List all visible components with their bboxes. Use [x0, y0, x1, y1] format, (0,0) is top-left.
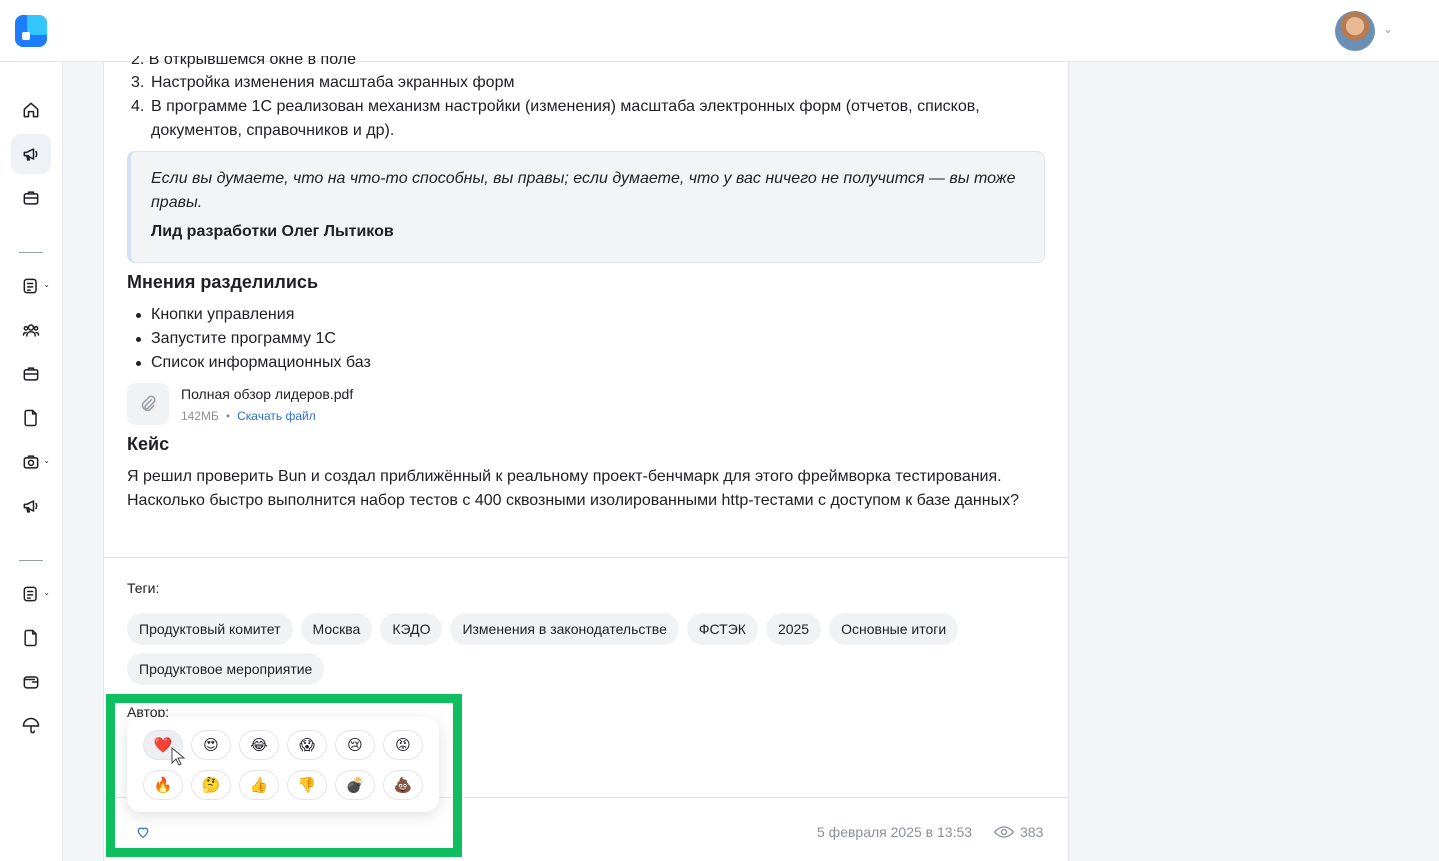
blockquote: Если вы думаете, что на что-то способны,… — [127, 151, 1045, 263]
file-meta: 142МБ • Скачать файл — [181, 409, 316, 423]
paragraph: Я решил проверить Bun и создал приближён… — [127, 468, 1019, 509]
list-item-text: Настройка изменения масштаба экранных фо… — [151, 74, 515, 91]
list-item: Список информационных баз — [127, 351, 371, 375]
reaction-laugh[interactable]: 😂 — [239, 730, 279, 760]
list-item: Кнопки управления — [127, 303, 371, 327]
tag-chip[interactable]: Основные итоги — [829, 613, 959, 645]
file-size: 142МБ — [181, 409, 219, 423]
list-item: 4. В программе 1С реализован механизм нас… — [127, 95, 1045, 143]
reaction-angry[interactable]: 😡 — [383, 730, 423, 760]
reaction-poop[interactable]: 💩 — [383, 770, 423, 800]
tags-list: Продуктовый комитет Москва КЭДО Изменени… — [127, 613, 1045, 685]
list-item: Запустите программу 1С — [127, 327, 371, 351]
file-icon[interactable] — [11, 398, 51, 438]
heart-outline-icon[interactable] — [135, 824, 151, 840]
list-item: 3. Настройка изменения масштаба экранных … — [127, 71, 1045, 95]
document-list-icon[interactable]: ⌄ — [11, 266, 51, 306]
publish-date: 5 февраля 2025 в 13:53 — [817, 824, 973, 840]
app-logo[interactable] — [15, 15, 47, 47]
list-number: 4. — [131, 98, 145, 115]
reaction-sad[interactable]: 😢 — [335, 730, 375, 760]
tag-chip[interactable]: КЭДО — [380, 613, 443, 645]
reaction-fire[interactable]: 🔥 — [143, 770, 183, 800]
mouse-cursor-icon — [171, 747, 186, 766]
reaction-bomb[interactable]: 💣 — [335, 770, 375, 800]
quote-text: Если вы думаете, что на что-то способны,… — [151, 170, 1016, 211]
reaction-thumbs-up[interactable]: 👍 — [239, 770, 279, 800]
tag-chip[interactable]: Продуктовое мероприятие — [127, 653, 325, 685]
section-heading: Мнения разделились — [127, 272, 319, 292]
paperclip-icon[interactable] — [127, 383, 169, 425]
tag-chip[interactable]: 2025 — [765, 613, 822, 645]
briefcase-icon[interactable] — [11, 354, 51, 394]
section-heading: Кейс — [127, 434, 170, 454]
sidebar: ⌄ ⌄ ⌄ — [0, 62, 63, 861]
sidebar-divider — [19, 560, 43, 561]
chevron-down-icon[interactable]: ⌄ — [1383, 22, 1393, 36]
reaction-thinking[interactable]: 🤔 — [191, 770, 231, 800]
reaction-heart-eyes[interactable]: 😍 — [191, 730, 231, 760]
tag-chip[interactable]: Москва — [300, 613, 373, 645]
bullet-list: Кнопки управления Запустите программу 1С… — [127, 303, 371, 375]
users-icon[interactable] — [11, 310, 51, 350]
tag-chip[interactable]: Изменения в законодательстве — [450, 613, 679, 645]
tag-chip[interactable]: ФСТЭК — [686, 613, 758, 645]
views-counter: 383 — [994, 824, 1043, 840]
divider — [103, 557, 1069, 558]
list-number: 3. — [131, 74, 145, 91]
quote-author: Лид разработки Олег Лытиков — [151, 223, 394, 240]
sidebar-divider — [19, 252, 43, 253]
megaphone-icon[interactable] — [11, 486, 51, 526]
reaction-scream[interactable]: 😱 — [287, 730, 327, 760]
download-link[interactable]: Скачать файл — [237, 409, 316, 423]
tag-chip[interactable]: Продуктовый комитет — [127, 613, 293, 645]
list-item-text: В программе 1С реализован механизм настр… — [151, 98, 980, 139]
tags-label: Теги: — [127, 580, 160, 596]
meta-separator: • — [225, 409, 231, 423]
megaphone-icon[interactable] — [11, 134, 51, 174]
views-count: 383 — [1020, 824, 1044, 840]
eye-icon — [994, 826, 1014, 838]
ordered-list: 3. Настройка изменения масштаба экранных … — [127, 71, 1045, 143]
umbrella-icon[interactable] — [11, 706, 51, 746]
briefcase-icon[interactable] — [11, 178, 51, 218]
file-name[interactable]: Полная обзор лидеров.pdf — [181, 386, 353, 402]
wallet-icon[interactable] — [11, 662, 51, 702]
top-bar: ⌄ — [0, 0, 1439, 62]
user-avatar[interactable] — [1335, 11, 1375, 51]
reaction-thumbs-down[interactable]: 👎 — [287, 770, 327, 800]
camera-briefcase-icon[interactable]: ⌄ — [11, 442, 51, 482]
file-icon[interactable] — [11, 618, 51, 658]
home-icon[interactable] — [11, 90, 51, 130]
document-list-icon[interactable]: ⌄ — [11, 574, 51, 614]
